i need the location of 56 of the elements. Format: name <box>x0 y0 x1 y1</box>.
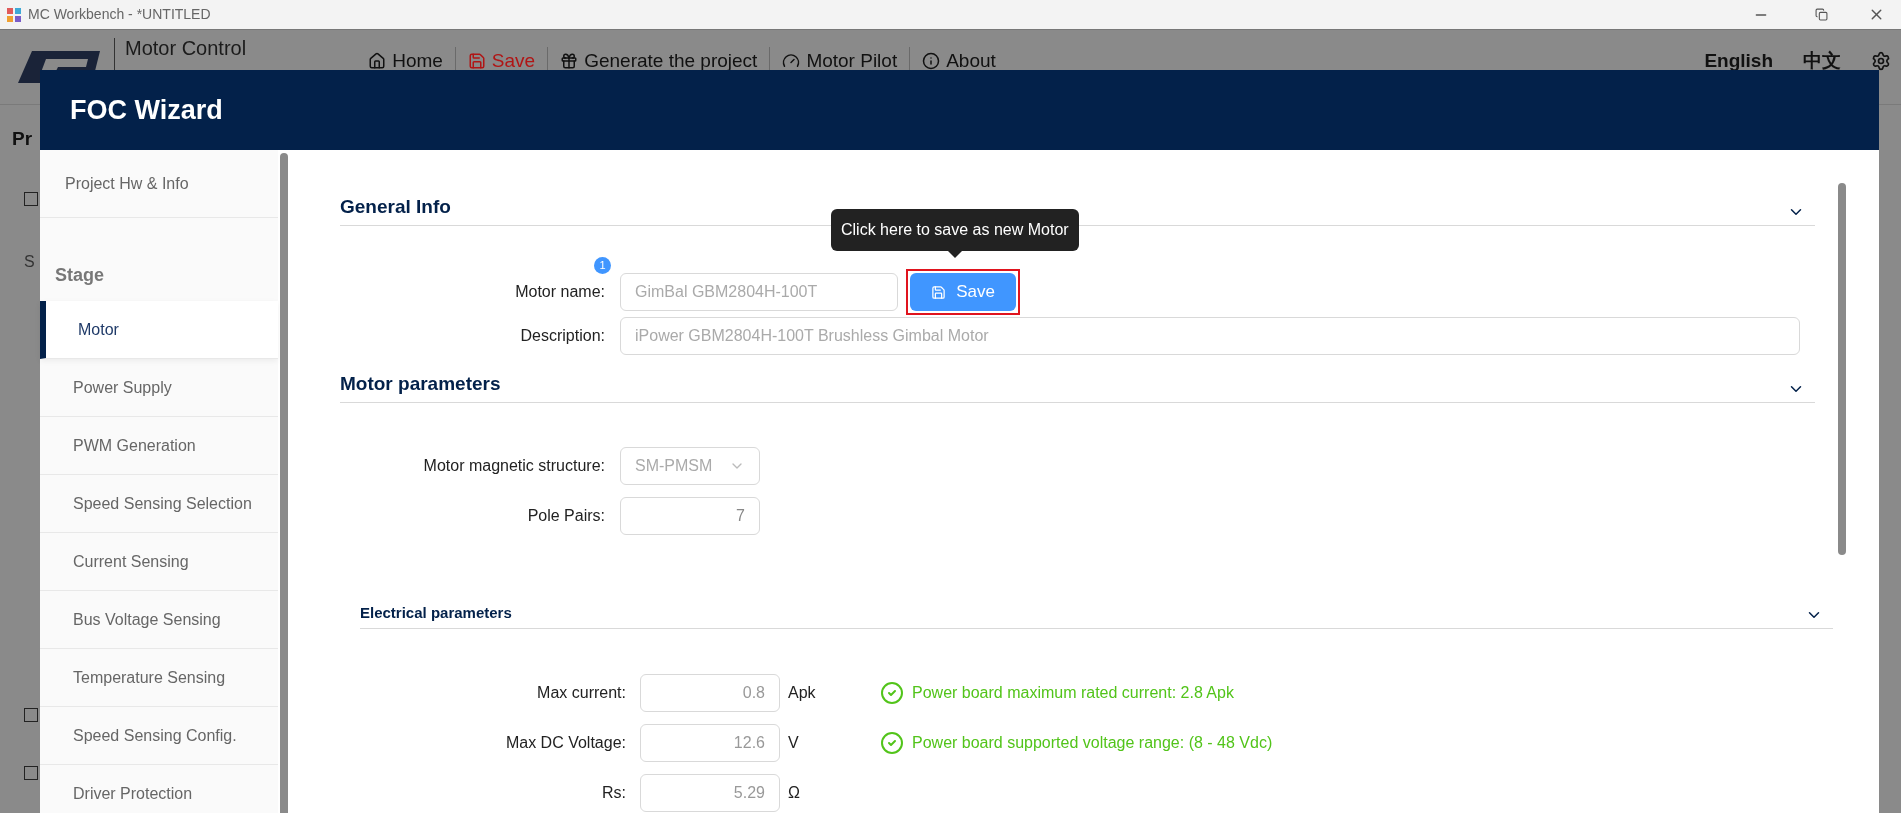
sidebar-section-title: Stage <box>55 264 105 287</box>
unit-label: V <box>788 733 800 753</box>
field-label: Motor name: <box>514 282 605 302</box>
sidebar-item[interactable]: Temperature Sensing <box>40 649 278 707</box>
description-field[interactable]: iPower GBM2804H-100T Brushless Gimbal Motor <box>620 317 1800 355</box>
field-label: Max current: <box>536 683 626 703</box>
restore-icon[interactable] <box>1815 8 1828 21</box>
language-button[interactable]: 中文 <box>1803 46 1841 76</box>
section-title: Motor parameters <box>340 371 501 396</box>
field-label: S <box>24 252 35 272</box>
sidebar-item[interactable]: Power Supply <box>40 359 278 417</box>
number-field[interactable]: 0.8 <box>640 674 780 712</box>
sidebar-item[interactable]: Current Sensing <box>40 533 278 591</box>
sidebar-item[interactable]: Bus Voltage Sensing <box>40 591 278 649</box>
number-field[interactable]: 5.29 <box>640 774 780 812</box>
motor-name-field[interactable]: GimBal GBM2804H-100T <box>620 273 898 311</box>
field-label: Motor magnetic structure: <box>422 456 605 476</box>
checkbox[interactable] <box>24 192 38 206</box>
window-title: MC Workbench - *UNTITLED <box>28 5 211 24</box>
status-message: Power board maximum rated current: 2.8 Apk <box>912 683 1234 703</box>
nav-button[interactable]: Motor Pilot <box>806 46 898 76</box>
number-field[interactable]: 7 <box>620 497 760 535</box>
sidebar-item[interactable]: Motor <box>40 301 278 359</box>
brand-name: Motor Control <box>125 37 247 59</box>
count-badge: 1 <box>594 257 611 274</box>
nav-button[interactable]: About <box>946 46 996 76</box>
unit-label: Ω <box>788 783 801 803</box>
section-title: Electrical parameters <box>360 602 512 623</box>
sidebar-item[interactable]: PWM Generation <box>40 417 278 475</box>
status-message: Power board supported voltage range: (8 - 48 Vdc) <box>912 733 1273 753</box>
content-scrollbar[interactable] <box>1838 183 1846 555</box>
tooltip-arrow-icon <box>947 251 962 258</box>
checkbox[interactable] <box>24 766 38 780</box>
save-button[interactable]: Save <box>910 273 1016 311</box>
settings-icon[interactable] <box>1871 51 1891 71</box>
checkbox[interactable] <box>24 708 38 722</box>
dialog-title: FOC Wizard <box>70 93 223 127</box>
sidebar-item[interactable]: Speed Sensing Selection <box>40 475 278 533</box>
language-button[interactable]: English <box>1704 46 1773 76</box>
field-label: Max DC Voltage: <box>504 733 626 753</box>
unit-label: Apk <box>788 683 817 703</box>
save-icon <box>931 284 947 300</box>
tooltip: Click here to save as new Motor <box>831 209 1079 258</box>
sidebar-item[interactable]: Project Hw & Info <box>40 150 278 218</box>
nav-button[interactable]: Home <box>392 46 443 76</box>
field-label: Rs: <box>601 783 626 803</box>
number-field[interactable]: 12.6 <box>640 724 780 762</box>
nav-button[interactable]: Generate the project <box>584 46 758 76</box>
sidebar-item[interactable]: Driver Protection <box>40 765 278 813</box>
sidebar-scrollbar[interactable] <box>280 153 288 813</box>
sidebar-item[interactable]: Speed Sensing Config. <box>40 707 278 765</box>
field-label: Description: <box>519 326 605 346</box>
page-heading: Pr <box>12 128 33 149</box>
home-icon[interactable] <box>368 52 387 70</box>
section-title: General Info <box>340 194 451 219</box>
field-label: Pole Pairs: <box>526 506 605 526</box>
